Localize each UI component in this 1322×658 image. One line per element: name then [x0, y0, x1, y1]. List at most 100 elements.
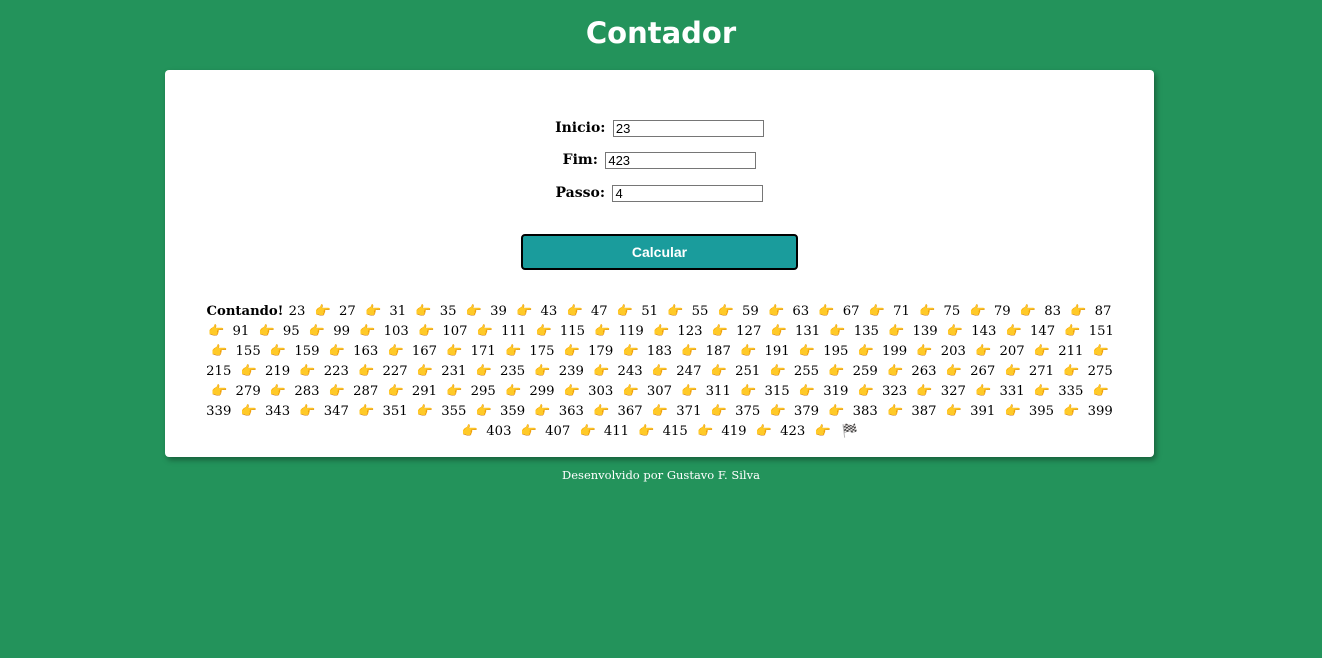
pointing-hand-icon: 👉: [299, 404, 316, 419]
count-value: 271: [1028, 364, 1055, 379]
pointing-hand-icon: 👉: [717, 304, 734, 319]
pointing-hand-icon: 👉: [240, 404, 257, 419]
result-output: Contando! 23 👉 27 👉 31 👉 35 👉 39 👉 43 👉 …: [199, 302, 1120, 442]
pointing-hand-icon: 👉: [1064, 324, 1081, 339]
count-value: 379: [793, 404, 819, 419]
pointing-hand-icon: 👉: [622, 344, 639, 359]
count-value: 231: [441, 364, 467, 379]
passo-label: Passo:: [555, 185, 606, 201]
pointing-hand-icon: 👉: [535, 324, 552, 339]
pointing-hand-icon: 👉: [857, 344, 874, 359]
count-value: 395: [1028, 404, 1055, 419]
count-value: 79: [993, 304, 1011, 319]
pointing-hand-icon: 👉: [365, 304, 382, 319]
pointing-hand-icon: 👉: [504, 384, 522, 399]
pointing-hand-icon: 👉: [711, 324, 728, 339]
pointing-hand-icon: 👉: [1092, 384, 1109, 399]
count-value: 39: [490, 304, 507, 319]
count-value: 219: [264, 364, 291, 379]
pointing-hand-icon: 👉: [534, 404, 551, 419]
count-value: 327: [940, 384, 966, 399]
count-value: 295: [470, 384, 496, 399]
pointing-hand-icon: 👉: [416, 404, 434, 419]
inicio-label: Inicio:: [555, 120, 606, 136]
count-value: 131: [794, 324, 821, 339]
fim-input[interactable]: [605, 151, 757, 169]
pointing-hand-icon: 👉: [969, 304, 986, 319]
pointing-hand-icon: 👉: [916, 344, 933, 359]
fim-label: Fim:: [562, 152, 598, 168]
count-value: 59: [742, 304, 759, 319]
count-value: 31: [389, 304, 407, 319]
pointing-hand-icon: 👉: [651, 364, 669, 379]
pointing-hand-icon: 👉: [461, 424, 479, 439]
count-value: 27: [339, 304, 356, 319]
count-value: 87: [1094, 304, 1112, 319]
pointing-hand-icon: 👉: [415, 304, 432, 319]
pointing-hand-icon: 👉: [1033, 344, 1051, 359]
pointing-hand-icon: 👉: [417, 324, 435, 339]
count-value: 251: [735, 364, 761, 379]
count-value: 119: [618, 324, 644, 339]
pointing-hand-icon: 👉: [534, 364, 551, 379]
count-value: 315: [764, 384, 790, 399]
pointing-hand-icon: 👉: [359, 324, 376, 339]
pointing-hand-icon: 👉: [211, 344, 228, 359]
count-value: 359: [500, 404, 526, 419]
pointing-hand-icon: 👉: [829, 324, 846, 339]
pointing-hand-icon: 👉: [520, 424, 537, 439]
pointing-hand-icon: 👉: [919, 304, 936, 319]
count-value: 239: [558, 364, 584, 379]
count-value: 259: [852, 364, 878, 379]
count-value: 371: [676, 404, 702, 419]
pointing-hand-icon: 👉: [1063, 404, 1080, 419]
pointing-hand-icon: 👉: [1004, 404, 1021, 419]
count-value: 383: [852, 404, 878, 419]
pointing-hand-icon: 👉: [328, 384, 345, 399]
count-value: 199: [881, 344, 908, 359]
count-value: 203: [940, 344, 966, 359]
passo-input[interactable]: [612, 184, 764, 202]
count-value: 291: [411, 384, 438, 399]
pointing-hand-icon: 👉: [828, 364, 845, 379]
footer-credit: Desenvolvido por Gustavo F. Silva: [562, 468, 760, 482]
pointing-hand-icon: 👉: [566, 304, 583, 319]
pointing-hand-icon: 👉: [475, 404, 492, 419]
count-value: 71: [893, 304, 910, 319]
counter-card: Inicio: Fim: Passo: Calcular Contando! 2…: [165, 70, 1154, 457]
count-value: 115: [559, 324, 586, 339]
count-value: 323: [881, 384, 908, 399]
pointing-hand-icon: 👉: [622, 384, 639, 399]
count-value: 411: [603, 424, 629, 439]
pointing-hand-icon: 👉: [616, 304, 634, 319]
pointing-hand-icon: 👉: [888, 324, 905, 339]
count-value: 35: [439, 304, 457, 319]
pointing-hand-icon: 👉: [710, 364, 727, 379]
count-value: 167: [411, 344, 438, 359]
checkered-flag-icon: 🏁: [841, 424, 859, 439]
pointing-hand-icon: 👉: [868, 304, 885, 319]
count-value: 391: [970, 404, 996, 419]
count-value: 47: [590, 304, 608, 319]
pointing-hand-icon: 👉: [563, 384, 580, 399]
inicio-input[interactable]: [612, 119, 764, 137]
pointing-hand-icon: 👉: [945, 404, 962, 419]
count-value: 279: [235, 384, 261, 399]
count-value: 107: [442, 324, 468, 339]
pointing-hand-icon: 👉: [476, 324, 493, 339]
count-value: 227: [382, 364, 408, 379]
pointing-hand-icon: 👉: [740, 344, 757, 359]
pointing-hand-icon: 👉: [1070, 304, 1087, 319]
count-value: 135: [853, 324, 879, 339]
count-value: 307: [646, 384, 673, 399]
pointing-hand-icon: 👉: [475, 364, 492, 379]
count-value: 147: [1030, 324, 1056, 339]
count-value: 403: [486, 424, 512, 439]
count-value: 63: [792, 304, 810, 319]
pointing-hand-icon: 👉: [681, 384, 698, 399]
count-value: 183: [646, 344, 673, 359]
pointing-hand-icon: 👉: [828, 404, 845, 419]
count-value: 367: [617, 404, 643, 419]
calcular-button[interactable]: Calcular: [521, 234, 798, 270]
count-value: 23: [288, 304, 306, 319]
